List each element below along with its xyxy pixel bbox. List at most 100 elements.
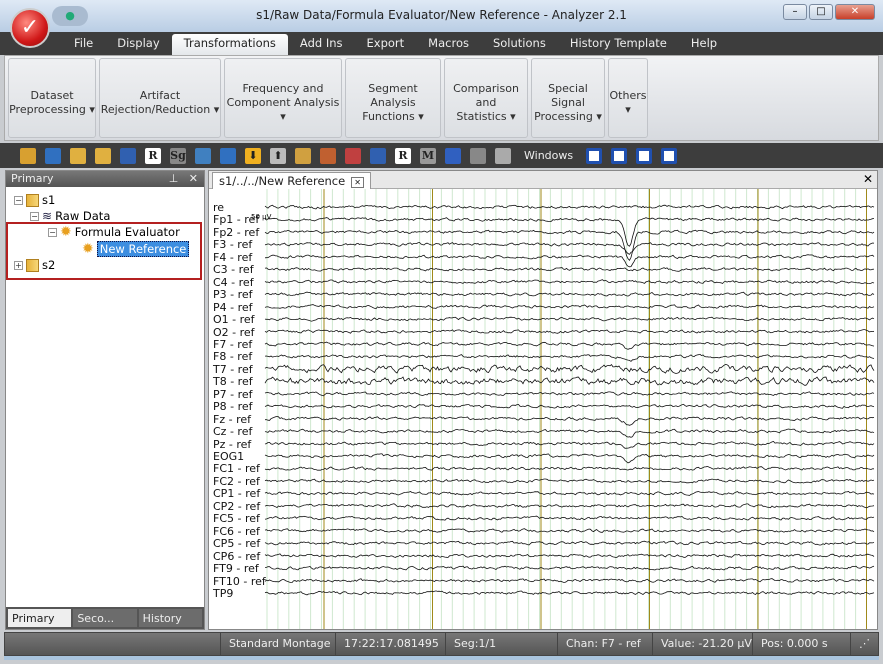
grid-icon[interactable] (120, 147, 136, 164)
open-icon[interactable] (20, 147, 36, 164)
ribbon-group-5[interactable]: Special Signal Processing ▾ (531, 58, 605, 138)
tab-close-icon[interactable]: ✕ (351, 177, 364, 188)
marker-icon[interactable] (320, 147, 336, 164)
eeg-trace (264, 254, 875, 268)
menu-solutions[interactable]: Solutions (481, 32, 558, 55)
r-icon[interactable]: R (145, 147, 161, 164)
channel-label: F7 - ref (213, 337, 253, 351)
highlight-box (6, 222, 202, 280)
zoom-in-icon[interactable] (70, 147, 86, 164)
eeg-trace (264, 590, 875, 596)
menu-transformations[interactable]: Transformations (171, 34, 288, 55)
ribbon-label: Dataset (30, 89, 74, 102)
ribbon-label: Artifact (139, 89, 181, 102)
raw-data-icon: ≋ (42, 209, 53, 223)
eeg-trace (264, 503, 875, 509)
tab-new-reference[interactable]: s1/../../New Reference ✕ (212, 172, 371, 189)
menu-export[interactable]: Export (355, 32, 417, 55)
tree-node-raw-data[interactable]: − ≋ Raw Data (30, 209, 110, 223)
channel-label: CP6 - ref (213, 549, 261, 563)
eeg-trace (264, 491, 875, 496)
channel-label: F4 - ref (213, 250, 253, 264)
view-close-icon[interactable]: ✕ (863, 172, 873, 186)
status-bar: Standard Montage 17:22:17.081495 Seg:1/1… (4, 632, 879, 656)
tile-icon[interactable] (495, 147, 511, 164)
eeg-trace (264, 441, 875, 449)
plus-icon[interactable] (470, 147, 486, 164)
eeg-trace (264, 478, 875, 484)
ribbon-label: Rejection/Reduction ▾ (100, 103, 220, 116)
eeg-trace (264, 279, 875, 285)
eeg-trace (264, 341, 875, 350)
folder-icon (26, 193, 39, 207)
channel-label: F8 - ref (213, 350, 253, 364)
status-time: 17:22:17.081495 (335, 633, 445, 655)
sg-icon[interactable]: Sg (170, 147, 186, 164)
eeg-trace (264, 241, 875, 255)
channel-label: CP5 - ref (213, 537, 261, 551)
ribbon: Dataset Preprocessing ▾ Artifact Rejection/… (4, 55, 879, 141)
channel-label: P4 - ref (213, 300, 253, 314)
tile-horizontal-icon[interactable] (611, 147, 628, 164)
ribbon-label: Statistics ▾ (456, 110, 516, 123)
book-icon[interactable] (445, 147, 461, 164)
maximize-button[interactable]: □ (809, 4, 833, 20)
up-arrow-icon[interactable]: ⬆ (270, 147, 286, 164)
tab-primary[interactable]: Primary (8, 609, 72, 627)
scale-icon[interactable] (370, 147, 386, 164)
ribbon-label: ▾ (625, 103, 631, 116)
peak-icon[interactable] (295, 147, 311, 164)
menu-help[interactable]: Help (679, 32, 729, 55)
menu-history-template[interactable]: History Template (558, 32, 679, 55)
menu-file[interactable]: File (62, 32, 105, 55)
r2-icon[interactable]: R (395, 147, 411, 164)
panel-close-icon[interactable]: ✕ (189, 172, 198, 185)
app-logo-icon[interactable]: ✓ (10, 8, 50, 48)
ribbon-group-6[interactable]: Others ▾ (608, 58, 648, 138)
ribbon-label: Preprocessing ▾ (9, 103, 95, 116)
eeg-trace (264, 453, 875, 464)
channel-label: Fp2 - ref (213, 225, 260, 239)
down-arrow-icon[interactable]: ⬇ (245, 147, 261, 164)
tab-secondary[interactable]: Seco... (73, 609, 137, 627)
ribbon-group-0[interactable]: Dataset Preprocessing ▾ (8, 58, 96, 138)
resize-grip-icon[interactable]: ⋰ (850, 633, 878, 655)
m-icon[interactable]: M (420, 147, 436, 164)
toolbar: R Sg ⬇ ⬆ R M Windows (0, 143, 883, 168)
close-button[interactable]: ✕ (835, 4, 875, 20)
channel-label: C3 - ref (213, 263, 254, 277)
collapse-icon[interactable]: − (14, 195, 23, 205)
tree-node-s1[interactable]: − s1 (14, 193, 55, 207)
tab-history[interactable]: History (138, 609, 202, 627)
zoom-out-icon[interactable] (95, 147, 111, 164)
channel-label: P8 - ref (213, 400, 253, 414)
baseline-icon[interactable] (345, 147, 361, 164)
ribbon-group-2[interactable]: Frequency and Component Analysis ▾ (224, 58, 342, 138)
eeg-view: s1/../../New Reference ✕ ✕ re Fp1 - ref Fp2… (208, 170, 878, 630)
menu-display[interactable]: Display (105, 32, 171, 55)
wave-icon[interactable] (195, 147, 211, 164)
eeg-trace (264, 416, 875, 426)
ribbon-label: Frequency and (242, 82, 324, 95)
menu-macros[interactable]: Macros (416, 32, 481, 55)
eeg-trace (264, 540, 875, 546)
ribbon-group-4[interactable]: Comparison and Statistics ▾ (444, 58, 528, 138)
menu-add-ins[interactable]: Add Ins (288, 32, 355, 55)
ribbon-label: Segment Analysis (368, 82, 418, 109)
ribbon-group-1[interactable]: Artifact Rejection/Reduction ▾ (99, 58, 221, 138)
channel-label: FC1 - ref (213, 462, 260, 476)
eeg-trace (264, 528, 875, 533)
collapse-icon[interactable]: − (30, 211, 39, 221)
minimize-button[interactable]: – (783, 4, 807, 20)
eeg-trace (264, 304, 875, 310)
channel-label: T7 - ref (213, 362, 253, 376)
cascade-icon[interactable] (586, 147, 603, 164)
ribbon-group-3[interactable]: Segment Analysis Functions ▾ (345, 58, 441, 138)
eeg-trace (264, 376, 875, 386)
stack-icon[interactable] (220, 147, 236, 164)
chart-icon[interactable] (45, 147, 61, 164)
tile-stack-icon[interactable] (636, 147, 653, 164)
eeg-plot[interactable]: 50 µV (251, 189, 877, 629)
tile-vertical-icon[interactable] (661, 147, 678, 164)
pin-icon[interactable]: ⊥ (169, 172, 179, 185)
